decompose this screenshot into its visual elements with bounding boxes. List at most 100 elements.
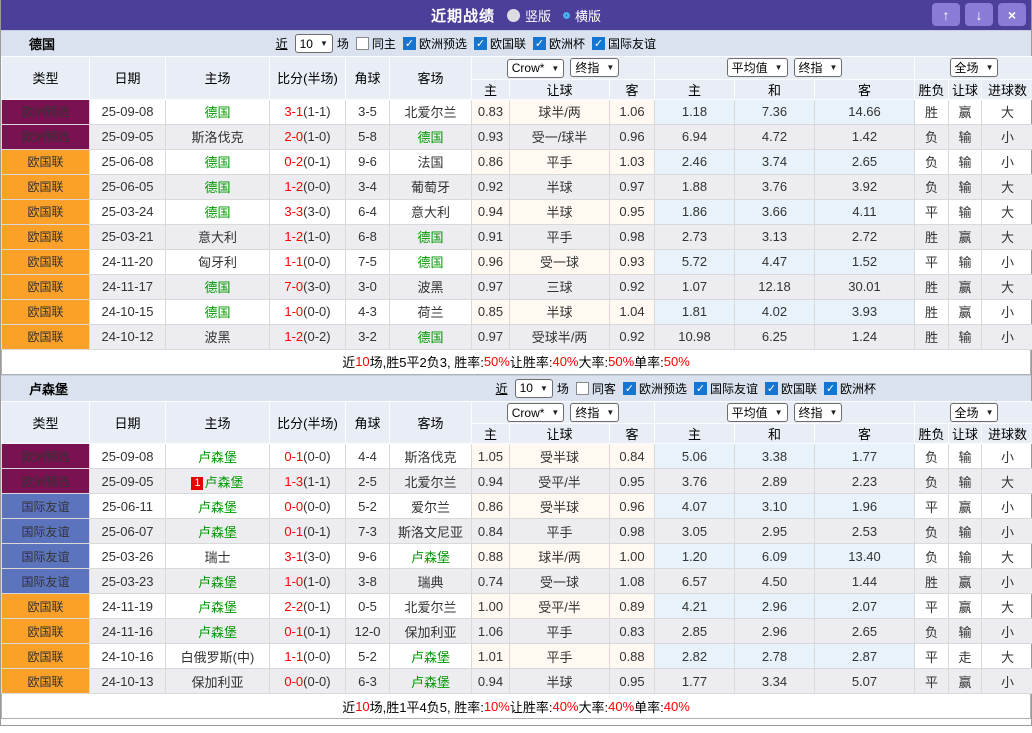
summary-segment: 场,胜5平2负3, 胜率:	[370, 352, 484, 371]
cell-odds-handicap: 受半球	[510, 444, 610, 469]
cell-corners: 12-0	[346, 619, 390, 644]
cell-away-team: 北爱尔兰	[390, 594, 472, 619]
cell-result-goals: 小	[982, 324, 1032, 349]
bookmaker-stage-select[interactable]: 终指▼	[570, 403, 619, 422]
cell-date: 25-06-07	[90, 519, 166, 544]
match-count-select-value: 10	[300, 37, 313, 51]
cell-home-team: 德国	[166, 99, 270, 124]
bookmaker-select[interactable]: Crow*▼	[507, 403, 565, 422]
title-bar-center: 近期战绩 竖版 横版	[431, 5, 601, 26]
cell-result-wdl: 胜	[915, 224, 949, 249]
average-stage-select[interactable]: 终指▼	[794, 403, 843, 422]
sub-header-5: 客	[815, 79, 915, 99]
summary-segment: 近	[342, 352, 355, 371]
competition-checkbox-0[interactable]: ✓	[403, 37, 416, 50]
cell-odds-handicap: 平手	[510, 149, 610, 174]
cell-avg-home: 3.76	[655, 469, 735, 494]
close-button[interactable]: ×	[998, 3, 1026, 26]
average-stage-select[interactable]: 终指▼	[794, 58, 843, 77]
cell-competition-type: 欧洲预选	[2, 99, 90, 124]
cell-date: 24-10-12	[90, 324, 166, 349]
scroll-up-button[interactable]: ↑	[932, 3, 960, 26]
average-select[interactable]: 平均值▼	[727, 403, 788, 422]
scope-select[interactable]: 全场▼	[950, 403, 999, 422]
cell-avg-home: 5.06	[655, 444, 735, 469]
recent-results-widget: 近期战绩 竖版 横版 ↑ ↓ × 德国近10▼场同主✓欧洲预选✓欧国联✓欧洲杯✓…	[0, 0, 1032, 726]
match-count-select[interactable]: 10▼	[515, 379, 553, 398]
cell-corners: 5-2	[346, 644, 390, 669]
cell-result-goals: 大	[982, 594, 1032, 619]
bookmaker-select[interactable]: Crow*▼	[507, 59, 565, 78]
same-venue-checkbox[interactable]	[356, 37, 369, 50]
cell-result-handicap: 输	[949, 544, 982, 569]
bookmaker-stage-select[interactable]: 终指▼	[570, 58, 619, 77]
cell-odds-away: 0.92	[610, 324, 655, 349]
full-time-score: 1-0	[284, 304, 303, 319]
cell-result-wdl: 平	[915, 644, 949, 669]
away-team-name: 爱尔兰	[411, 500, 450, 515]
page-title: 近期战绩	[431, 5, 495, 26]
cell-score: 0-0(0-0)	[270, 669, 346, 694]
scope-select[interactable]: 全场▼	[950, 58, 999, 77]
summary-segment: 40%	[552, 354, 578, 369]
cell-odds-home: 0.94	[472, 669, 510, 694]
recent-count-link[interactable]: 近	[276, 35, 288, 52]
competition-checkbox-3[interactable]: ✓	[824, 382, 837, 395]
match-row: 欧国联25-06-05德国1-2(0-0)3-4葡萄牙0.92半球0.971.8…	[2, 174, 1032, 199]
cell-score: 3-1(3-0)	[270, 544, 346, 569]
average-select[interactable]: 平均值▼	[727, 58, 788, 77]
cell-result-handicap: 输	[949, 174, 982, 199]
chevron-down-icon: ▼	[606, 63, 614, 72]
competition-checkbox-2[interactable]: ✓	[765, 382, 778, 395]
cell-result-wdl: 平	[915, 249, 949, 274]
cell-avg-draw: 3.66	[735, 199, 815, 224]
competition-checkbox-1[interactable]: ✓	[694, 382, 707, 395]
cell-date: 25-09-08	[90, 99, 166, 124]
cell-odds-home: 0.85	[472, 299, 510, 324]
cell-avg-draw: 4.50	[735, 569, 815, 594]
cell-result-goals: 大	[982, 199, 1032, 224]
cell-avg-home: 1.07	[655, 274, 735, 299]
same-venue-checkbox[interactable]	[576, 382, 589, 395]
recent-count-link[interactable]: 近	[496, 380, 508, 397]
home-team-name: 意大利	[198, 230, 237, 245]
cell-avg-away: 14.66	[815, 99, 915, 124]
cell-result-wdl: 负	[915, 444, 949, 469]
filter-bar: 卢森堡近10▼场同客✓欧洲预选✓国际友谊✓欧国联✓欧洲杯	[1, 375, 1031, 401]
same-venue-label: 同客	[592, 380, 616, 397]
competition-checkbox-1[interactable]: ✓	[474, 37, 487, 50]
match-count-select[interactable]: 10▼	[295, 34, 333, 53]
cell-avg-draw: 7.36	[735, 99, 815, 124]
cell-result-handicap: 输	[949, 124, 982, 149]
competition-checkbox-3[interactable]: ✓	[592, 37, 605, 50]
full-time-score: 0-1	[284, 624, 303, 639]
sub-header-1: 让球	[510, 79, 610, 99]
team-section-1: 卢森堡近10▼场同客✓欧洲预选✓国际友谊✓欧国联✓欧洲杯类型日期主场比分(半场)…	[1, 375, 1031, 720]
cell-corners: 3-0	[346, 274, 390, 299]
chevron-down-icon: ▼	[551, 408, 559, 417]
summary-segment: 50%	[664, 354, 690, 369]
cell-result-wdl: 平	[915, 494, 949, 519]
cell-date: 25-03-24	[90, 199, 166, 224]
cell-result-goals: 大	[982, 224, 1032, 249]
cell-odds-home: 0.86	[472, 149, 510, 174]
cell-avg-away: 2.07	[815, 594, 915, 619]
cell-result-wdl: 胜	[915, 324, 949, 349]
radio-horizontal-layout[interactable]: 横版	[563, 6, 601, 25]
cell-away-team: 荷兰	[390, 299, 472, 324]
scroll-down-button[interactable]: ↓	[965, 3, 993, 26]
cell-result-wdl: 胜	[915, 299, 949, 324]
team-sections: 德国近10▼场同主✓欧洲预选✓欧国联✓欧洲杯✓国际友谊类型日期主场比分(半场)角…	[1, 30, 1031, 719]
cell-result-handicap: 输	[949, 324, 982, 349]
cell-competition-type: 国际友谊	[2, 569, 90, 594]
title-bar-buttons: ↑ ↓ ×	[932, 3, 1026, 26]
sub-header-7: 让球	[949, 79, 982, 99]
average-select-value: 平均值	[732, 404, 768, 421]
results-table: 类型日期主场比分(半场)角球客场Crow*▼终指▼平均值▼终指▼全场▼主让球客主…	[1, 401, 1032, 695]
competition-checkbox-2[interactable]: ✓	[533, 37, 546, 50]
competition-checkbox-0[interactable]: ✓	[623, 382, 636, 395]
team-section-0: 德国近10▼场同主✓欧洲预选✓欧国联✓欧洲杯✓国际友谊类型日期主场比分(半场)角…	[1, 30, 1031, 375]
radio-vertical-layout[interactable]: 竖版	[507, 6, 551, 25]
cell-odds-home: 0.88	[472, 544, 510, 569]
cell-odds-away: 0.96	[610, 124, 655, 149]
